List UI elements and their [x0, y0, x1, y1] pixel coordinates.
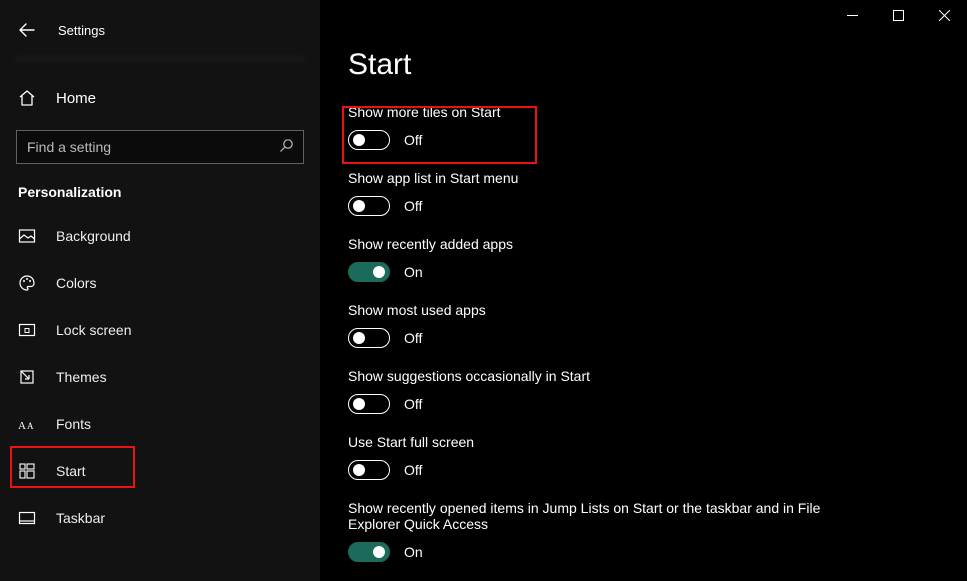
sidebar-item-label: Background: [56, 228, 131, 244]
toggle-switch[interactable]: [348, 130, 390, 150]
toggle-state-text: On: [404, 544, 423, 560]
toggle-switch[interactable]: [348, 542, 390, 562]
setting-row: Show more tiles on Start Off: [348, 104, 967, 150]
toggle-state-text: On: [404, 264, 423, 280]
fonts-icon: AA: [18, 415, 36, 433]
setting-label: Show suggestions occasionally in Start: [348, 368, 967, 384]
blurred-region: [14, 56, 306, 62]
setting-row: Show suggestions occasionally in Start Of…: [348, 368, 967, 414]
sidebar-item-label: Lock screen: [56, 322, 131, 338]
sidebar-item-label: Colors: [56, 275, 96, 291]
palette-icon: [18, 274, 36, 292]
sidebar-nav: Background Colors Lock screen Themes AA …: [0, 212, 320, 541]
sidebar-home-label: Home: [56, 90, 96, 107]
minimize-button[interactable]: [829, 0, 875, 30]
window-controls: [829, 0, 967, 30]
sidebar-item-label: Fonts: [56, 416, 91, 432]
setting-row: Use Start full screen Off: [348, 434, 967, 480]
page-title: Start: [348, 48, 967, 82]
toggle-state-text: Off: [404, 132, 422, 148]
setting-label: Show recently opened items in Jump Lists…: [348, 500, 828, 532]
setting-row: Show recently opened items in Jump Lists…: [348, 500, 967, 562]
picture-icon: [18, 227, 36, 245]
sidebar-item-themes[interactable]: Themes: [0, 353, 320, 400]
toggle-switch[interactable]: [348, 262, 390, 282]
back-arrow-icon: [18, 21, 36, 39]
sidebar-item-label: Themes: [56, 369, 107, 385]
setting-label: Show most used apps: [348, 302, 967, 318]
sidebar-item-colors[interactable]: Colors: [0, 259, 320, 306]
home-icon: [18, 89, 36, 107]
sidebar-home[interactable]: Home: [0, 76, 320, 120]
maximize-button[interactable]: [875, 0, 921, 30]
sidebar-item-fonts[interactable]: AA Fonts: [0, 400, 320, 447]
sidebar-item-start[interactable]: Start: [0, 447, 320, 494]
sidebar-item-label: Start: [56, 463, 86, 479]
setting-label: Use Start full screen: [348, 434, 967, 450]
toggle-switch[interactable]: [348, 394, 390, 414]
toggle-state-text: Off: [404, 330, 422, 346]
sidebar-item-background[interactable]: Background: [0, 212, 320, 259]
sidebar-category: Personalization: [18, 184, 320, 200]
toggle-state-text: Off: [404, 198, 422, 214]
search-input[interactable]: [16, 130, 304, 164]
setting-row: Show most used apps Off: [348, 302, 967, 348]
taskbar-icon: [18, 509, 36, 527]
setting-label: Show more tiles on Start: [348, 104, 967, 120]
svg-text:A: A: [18, 420, 26, 431]
toggle-switch[interactable]: [348, 328, 390, 348]
setting-row: Show app list in Start menu Off: [348, 170, 967, 216]
window-title: Settings: [58, 23, 105, 38]
toggle-state-text: Off: [404, 462, 422, 478]
lock-screen-icon: [18, 321, 36, 339]
main-panel: Start Show more tiles on StartOffShow ap…: [320, 0, 967, 581]
setting-label: Show app list in Start menu: [348, 170, 967, 186]
themes-icon: [18, 368, 36, 386]
setting-row: Show recently added apps On: [348, 236, 967, 282]
search-wrap: [16, 130, 304, 164]
toggle-switch[interactable]: [348, 196, 390, 216]
toggle-state-text: Off: [404, 396, 422, 412]
back-row[interactable]: Settings: [0, 8, 320, 52]
toggle-switch[interactable]: [348, 460, 390, 480]
start-icon: [18, 462, 36, 480]
sidebar-item-lock-screen[interactable]: Lock screen: [0, 306, 320, 353]
search-icon: [278, 138, 294, 157]
sidebar-item-label: Taskbar: [56, 510, 105, 526]
sidebar: Settings Home Personalization Background…: [0, 0, 320, 581]
close-button[interactable]: [921, 0, 967, 30]
setting-label: Show recently added apps: [348, 236, 967, 252]
svg-text:A: A: [27, 421, 34, 431]
sidebar-item-taskbar[interactable]: Taskbar: [0, 494, 320, 541]
